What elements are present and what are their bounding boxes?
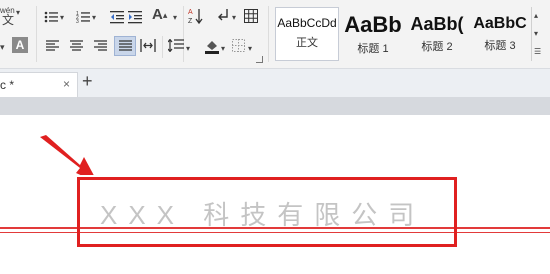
font-size-icon[interactable]: A▴ <box>152 7 167 22</box>
style-normal[interactable]: AaBbCcDd 正文 <box>275 7 339 61</box>
document-tab-label: c * <box>0 78 15 92</box>
styles-more-icon[interactable]: ☰ <box>534 45 541 59</box>
bullet-list-dropdown-icon[interactable]: ▾ <box>60 11 64 25</box>
document-tab[interactable]: c * × <box>0 72 78 98</box>
decrease-indent-icon[interactable] <box>110 10 124 24</box>
annotation-arrow-icon <box>40 135 94 175</box>
ribbon-toolbar: wén 文 ▾ ▾ A ▾ 123 ▾ A▴ ▾ AZ ▾ ▾ ▾ ▾ AaBb… <box>0 0 550 68</box>
bullet-list-icon[interactable] <box>44 10 58 24</box>
svg-text:3: 3 <box>76 19 79 24</box>
align-right-icon[interactable] <box>94 40 107 52</box>
numbered-list-dropdown-icon[interactable]: ▾ <box>92 11 96 25</box>
sort-icon[interactable]: AZ <box>188 7 204 25</box>
styles-scroll[interactable]: ▴ ▾ ☰ <box>531 7 544 61</box>
new-tab-button[interactable]: + <box>82 71 93 92</box>
table-grid-icon[interactable] <box>244 9 258 23</box>
style-heading-3[interactable]: AaBbC 标题 3 <box>468 7 532 61</box>
increase-indent-icon[interactable] <box>128 10 142 24</box>
justify-icon <box>119 40 132 51</box>
shading-bucket-icon[interactable] <box>204 38 220 54</box>
font-size-dropdown-icon[interactable]: ▾ <box>173 11 177 25</box>
distributed-align-icon[interactable] <box>140 39 156 52</box>
justify-button[interactable] <box>114 36 136 56</box>
paragraph-dialog-launcher-icon[interactable] <box>256 56 263 63</box>
style-name: 标题 1 <box>357 43 389 55</box>
style-heading-2[interactable]: AaBb( 标题 2 <box>405 7 469 61</box>
align-center-icon[interactable] <box>70 40 83 52</box>
text-effects-dropdown-icon[interactable]: ▾ <box>0 40 5 54</box>
char-shading-icon[interactable]: A <box>12 37 28 53</box>
style-name: 标题 2 <box>421 41 453 53</box>
document-tab-strip: c * × + <box>0 68 550 98</box>
style-sample: AaBbCcDd <box>277 16 337 30</box>
style-sample: AaBb <box>344 12 402 37</box>
style-sample: AaBbC <box>473 15 527 32</box>
marks-dropdown-icon[interactable]: ▾ <box>232 11 236 25</box>
align-left-icon[interactable] <box>46 40 59 52</box>
document-page[interactable]: XXX 科技有限公司 <box>0 115 550 274</box>
show-hide-marks-icon[interactable] <box>216 8 230 22</box>
page-background-band <box>0 97 550 115</box>
styles-scroll-up-icon[interactable]: ▴ <box>534 9 538 23</box>
separator <box>183 6 184 62</box>
separator <box>162 36 163 58</box>
numbered-list-icon[interactable]: 123 <box>76 10 90 24</box>
phonetic-dropdown-icon[interactable]: ▾ <box>16 6 20 20</box>
style-name: 正文 <box>296 37 318 49</box>
borders-icon[interactable] <box>232 39 245 52</box>
close-tab-icon[interactable]: × <box>63 77 70 91</box>
borders-dropdown-icon[interactable]: ▾ <box>248 42 252 56</box>
separator <box>36 6 37 62</box>
shading-dropdown-icon[interactable]: ▾ <box>221 42 225 56</box>
style-heading-1[interactable]: AaBb 标题 1 <box>341 7 405 61</box>
line-spacing-dropdown-icon[interactable]: ▾ <box>186 42 190 56</box>
annotation-highlight-box <box>77 177 457 247</box>
style-name: 标题 3 <box>484 40 516 52</box>
line-spacing-icon[interactable] <box>168 39 184 52</box>
style-sample: AaBb( <box>410 14 464 34</box>
svg-text:Z: Z <box>188 18 193 25</box>
svg-text:A: A <box>188 9 193 16</box>
phonetic-char: 文 <box>2 13 15 27</box>
separator <box>268 6 269 62</box>
styles-scroll-down-icon[interactable]: ▾ <box>534 27 538 41</box>
